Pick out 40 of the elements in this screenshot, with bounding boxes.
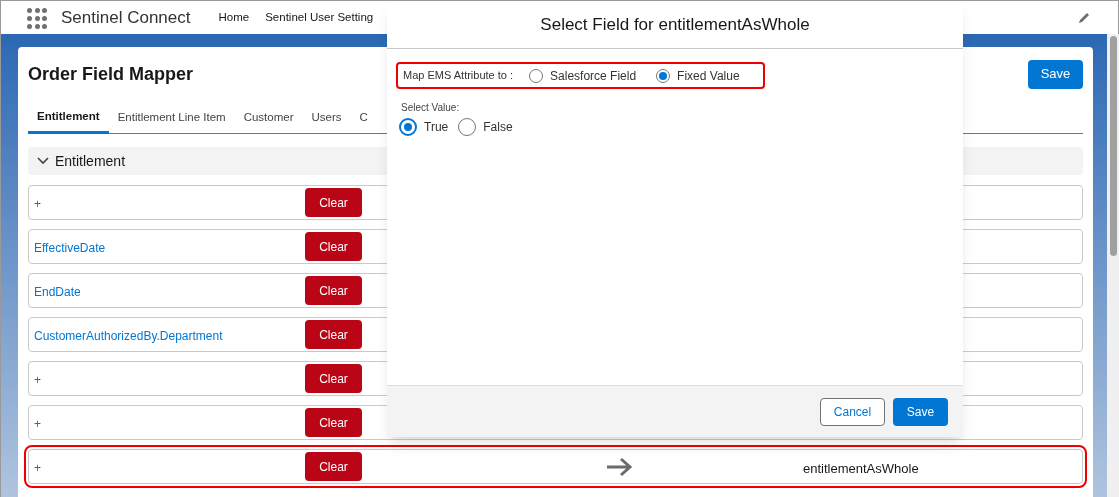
chevron-icon[interactable] bbox=[37, 157, 49, 165]
nav-link[interactable]: Home bbox=[218, 8, 250, 27]
scrollbar[interactable] bbox=[1107, 34, 1119, 497]
tab[interactable]: Entitlement bbox=[28, 102, 109, 134]
field-link[interactable]: + bbox=[34, 459, 305, 477]
target-field: entitlementAsWhole bbox=[803, 459, 919, 479]
clear-button[interactable]: Clear bbox=[305, 276, 362, 305]
edit-icon[interactable] bbox=[1078, 11, 1091, 24]
arrow-right-icon bbox=[605, 457, 633, 477]
field-link[interactable]: + bbox=[34, 415, 305, 433]
field-link[interactable]: + bbox=[34, 195, 305, 213]
field-link[interactable]: EndDate bbox=[34, 283, 305, 301]
save-button[interactable]: Save bbox=[1028, 59, 1083, 89]
radio-option[interactable]: Fixed Value bbox=[656, 66, 740, 85]
field-label: Map EMS Attribute to : bbox=[403, 68, 514, 84]
save-button[interactable]: Save bbox=[893, 397, 948, 426]
clear-button[interactable]: Clear bbox=[305, 408, 362, 437]
field-link[interactable]: CustomerAuthorizedBy.Department bbox=[34, 327, 305, 345]
cancel-button[interactable]: Cancel bbox=[820, 397, 885, 426]
app-launcher-icon[interactable] bbox=[27, 7, 47, 28]
clear-button[interactable]: Clear bbox=[305, 452, 362, 481]
section-title: Entitlement bbox=[55, 151, 126, 171]
radio-option[interactable]: True bbox=[399, 118, 449, 136]
clear-button[interactable]: Clear bbox=[305, 364, 362, 393]
radio-option[interactable]: False bbox=[458, 118, 513, 136]
page-title: Order Field Mapper bbox=[28, 62, 194, 86]
tab[interactable]: Entitlement Line Item bbox=[108, 102, 235, 134]
field-label: Select Value: bbox=[401, 101, 461, 115]
field-link[interactable]: EffectiveDate bbox=[34, 239, 305, 257]
clear-button[interactable]: Clear bbox=[305, 320, 362, 349]
app-name: Sentinel Connect bbox=[61, 6, 191, 29]
tab[interactable]: C bbox=[350, 102, 377, 134]
radio-option[interactable]: Salesforce Field bbox=[529, 66, 637, 85]
clear-button[interactable]: Clear bbox=[305, 188, 362, 217]
tab[interactable]: Users bbox=[302, 102, 351, 134]
tab[interactable]: Customer bbox=[234, 102, 303, 134]
modal-title: Select Field for entitlementAsWhole bbox=[387, 1, 963, 49]
clear-button[interactable]: Clear bbox=[305, 232, 362, 261]
nav-link[interactable]: Sentinel User Setting bbox=[265, 8, 374, 27]
field-link[interactable]: + bbox=[34, 371, 305, 389]
